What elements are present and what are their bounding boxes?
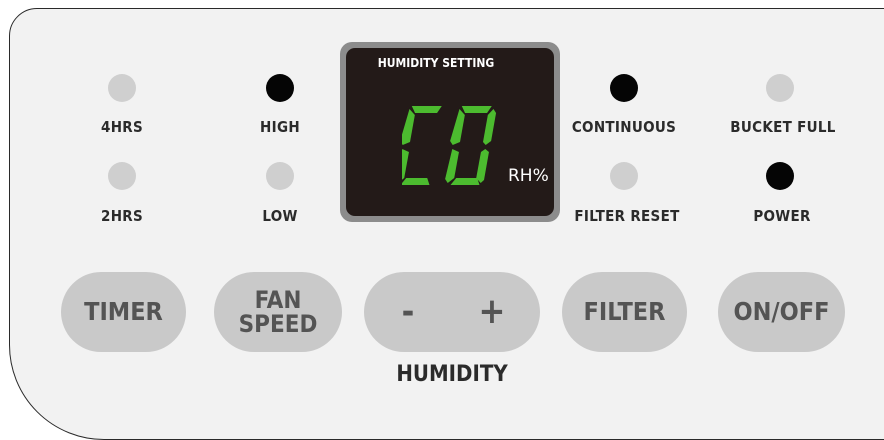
continuous-indicator-label: CONTINUOUS bbox=[571, 118, 677, 136]
2hrs-indicator-led bbox=[108, 162, 136, 190]
rh-unit-label: RH% bbox=[508, 166, 549, 186]
humidity-setting-value bbox=[395, 104, 506, 192]
seven-segment-digits bbox=[395, 106, 497, 185]
high-indicator-led bbox=[266, 74, 294, 102]
humidity-display-screen: HUMIDITY SETTING RH% bbox=[346, 48, 554, 216]
2hrs-indicator-label: 2HRS bbox=[101, 207, 143, 225]
fan-speed-label-line1: FAN bbox=[254, 285, 302, 314]
fan-speed-label-line2: SPEED bbox=[238, 310, 318, 338]
low-indicator-led bbox=[266, 162, 294, 190]
plus-label: + bbox=[478, 290, 506, 332]
on-off-button[interactable]: ON/OFF bbox=[718, 272, 845, 352]
on-off-button-label: ON/OFF bbox=[733, 297, 830, 327]
filter-button[interactable]: FILTER bbox=[562, 272, 687, 352]
humidity-caption: HUMIDITY bbox=[396, 362, 508, 387]
humidity-plus-button[interactable]: + bbox=[448, 272, 536, 352]
fan-speed-button[interactable]: FAN SPEED bbox=[214, 272, 342, 352]
high-indicator-label: HIGH bbox=[260, 118, 300, 136]
power-indicator-led bbox=[766, 162, 794, 190]
4hrs-indicator-led bbox=[108, 74, 136, 102]
humidity-minus-button[interactable]: - bbox=[364, 272, 452, 352]
humidity-setting-title: HUMIDITY SETTING bbox=[377, 56, 495, 70]
bucket-full-indicator-label: BUCKET FULL bbox=[730, 118, 836, 136]
filter-reset-indicator-label: FILTER RESET bbox=[574, 207, 680, 225]
humidity-display: HUMIDITY SETTING RH% bbox=[340, 42, 560, 222]
timer-button-label: TIMER bbox=[84, 297, 163, 327]
minus-label: - bbox=[401, 291, 415, 332]
bucket-full-indicator-led bbox=[766, 74, 794, 102]
continuous-indicator-led bbox=[610, 74, 638, 102]
filter-reset-indicator-led bbox=[610, 162, 638, 190]
low-indicator-label: LOW bbox=[262, 207, 298, 225]
4hrs-indicator-label: 4HRS bbox=[101, 118, 143, 136]
power-indicator-label: POWER bbox=[753, 207, 811, 225]
timer-button[interactable]: TIMER bbox=[61, 272, 186, 352]
filter-button-label: FILTER bbox=[583, 297, 666, 327]
